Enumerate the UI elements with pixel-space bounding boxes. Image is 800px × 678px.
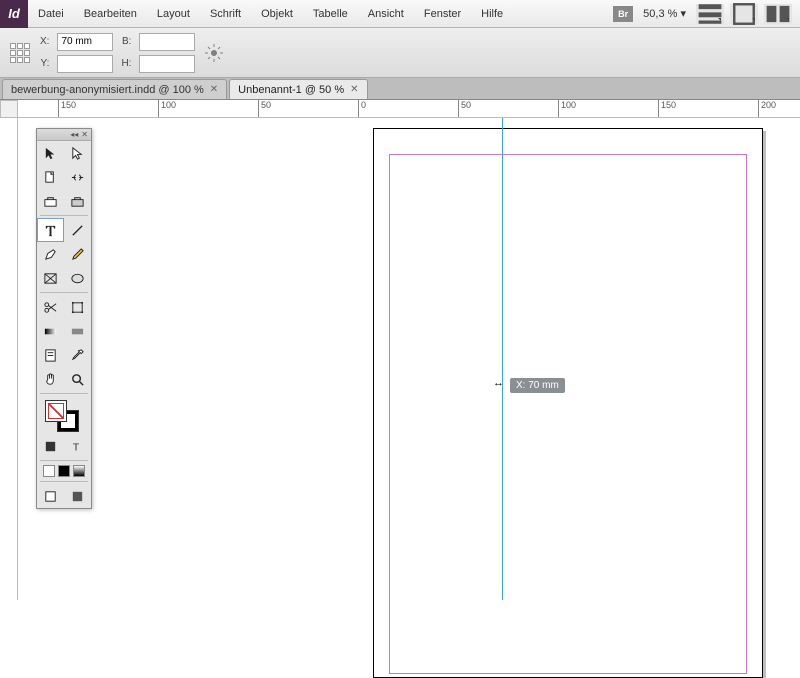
pencil-tool[interactable] bbox=[64, 242, 91, 266]
ruler-tick: 150 bbox=[58, 100, 76, 118]
normal-view-button[interactable] bbox=[37, 484, 64, 508]
apply-color-button[interactable] bbox=[58, 465, 70, 477]
selection-tool[interactable] bbox=[37, 141, 64, 165]
vertical-ruler[interactable] bbox=[0, 118, 18, 600]
w-label: B: bbox=[121, 36, 131, 47]
screen-mode-button[interactable] bbox=[730, 4, 758, 24]
document-tab[interactable]: Unbenannt-1 @ 50 % ✕ bbox=[229, 79, 367, 99]
zoom-level-value: 50,3 % bbox=[643, 8, 677, 20]
preview-view-button[interactable] bbox=[64, 484, 91, 508]
menu-window[interactable]: Fenster bbox=[414, 0, 471, 28]
eyedropper-tool[interactable] bbox=[64, 343, 91, 367]
tab-label: bewerbung-anonymisiert.indd @ 100 % bbox=[11, 84, 204, 96]
scissors-tool[interactable] bbox=[37, 295, 64, 319]
ruler-tick: 100 bbox=[158, 100, 176, 118]
menu-file[interactable]: Datei bbox=[28, 0, 74, 28]
x-label: X: bbox=[40, 36, 49, 47]
arrange-button[interactable] bbox=[764, 4, 792, 24]
svg-text:T: T bbox=[73, 442, 80, 453]
w-input[interactable] bbox=[139, 33, 195, 51]
workspace: ↔ X: 70 mm bbox=[0, 118, 800, 600]
close-icon[interactable]: ✕ bbox=[210, 84, 218, 95]
note-tool[interactable] bbox=[37, 343, 64, 367]
menu-object[interactable]: Objekt bbox=[251, 0, 303, 28]
y-label: Y: bbox=[40, 58, 49, 69]
gradient-swatch-tool[interactable] bbox=[37, 319, 64, 343]
canvas[interactable]: ↔ X: 70 mm bbox=[18, 118, 800, 600]
fill-stroke-swatch[interactable] bbox=[37, 396, 91, 434]
tab-label: Unbenannt-1 @ 50 % bbox=[238, 84, 344, 96]
hand-tool[interactable] bbox=[37, 367, 64, 391]
formatting-text-button[interactable]: T bbox=[64, 434, 91, 458]
menu-edit[interactable]: Bearbeiten bbox=[74, 0, 147, 28]
h-input[interactable] bbox=[139, 55, 195, 73]
tools-panel[interactable]: ◂◂ ✕ T bbox=[36, 128, 92, 509]
direct-selection-tool[interactable] bbox=[64, 141, 91, 165]
gap-tool[interactable] bbox=[64, 165, 91, 189]
reference-point-grid[interactable] bbox=[10, 43, 30, 63]
close-icon[interactable]: ✕ bbox=[350, 84, 358, 95]
document-tab-bar: bewerbung-anonymisiert.indd @ 100 % ✕ Un… bbox=[0, 78, 800, 100]
ruler-tick: 0 bbox=[358, 100, 366, 118]
ruler-tick: 150 bbox=[658, 100, 676, 118]
horizontal-ruler[interactable]: 150 100 50 0 50 100 150 200 bbox=[18, 100, 800, 118]
content-collector-tool[interactable] bbox=[37, 189, 64, 213]
page-tool[interactable] bbox=[37, 165, 64, 189]
y-input[interactable] bbox=[57, 55, 113, 73]
menu-type[interactable]: Schrift bbox=[200, 0, 251, 28]
page-margin-frame bbox=[389, 154, 747, 674]
pen-tool[interactable] bbox=[37, 242, 64, 266]
close-icon[interactable]: ✕ bbox=[81, 130, 88, 139]
app-icon: Id bbox=[0, 0, 28, 28]
x-input[interactable] bbox=[57, 33, 113, 51]
line-tool[interactable] bbox=[64, 218, 91, 242]
menu-layout[interactable]: Layout bbox=[147, 0, 200, 28]
content-placer-tool[interactable] bbox=[64, 189, 91, 213]
panel-header[interactable]: ◂◂ ✕ bbox=[37, 129, 91, 141]
collapse-icon[interactable]: ◂◂ bbox=[70, 130, 78, 139]
ellipse-tool[interactable] bbox=[64, 266, 91, 290]
ruler-tick: 100 bbox=[558, 100, 576, 118]
ruler-tick: 200 bbox=[758, 100, 776, 118]
formatting-container-button[interactable] bbox=[37, 434, 64, 458]
apply-none-button[interactable] bbox=[43, 465, 55, 477]
transform-tool[interactable] bbox=[64, 295, 91, 319]
rectangle-frame-tool[interactable] bbox=[37, 266, 64, 290]
menu-bar: Id Datei Bearbeiten Layout Schrift Objek… bbox=[0, 0, 800, 28]
fill-swatch[interactable] bbox=[45, 400, 67, 422]
h-label: H: bbox=[121, 58, 131, 69]
menu-help[interactable]: Hilfe bbox=[471, 0, 513, 28]
effects-icon[interactable] bbox=[205, 44, 223, 62]
type-tool[interactable] bbox=[37, 218, 64, 242]
bridge-icon[interactable]: Br bbox=[613, 6, 633, 22]
vertical-guide[interactable] bbox=[502, 118, 503, 600]
gradient-feather-tool[interactable] bbox=[64, 319, 91, 343]
document-tab[interactable]: bewerbung-anonymisiert.indd @ 100 % ✕ bbox=[2, 79, 227, 99]
zoom-tool[interactable] bbox=[64, 367, 91, 391]
resize-horizontal-icon: ↔ bbox=[493, 377, 504, 389]
apply-gradient-button[interactable] bbox=[73, 465, 85, 477]
ruler-tick: 50 bbox=[458, 100, 471, 118]
menu-table[interactable]: Tabelle bbox=[303, 0, 358, 28]
ruler-tick: 50 bbox=[258, 100, 271, 118]
guide-position-tooltip: X: 70 mm bbox=[510, 378, 565, 393]
control-bar: X: B: Y: H: bbox=[0, 28, 800, 78]
view-options-button[interactable] bbox=[696, 4, 724, 24]
zoom-level-select[interactable]: 50,3 % ▾ bbox=[639, 7, 690, 20]
menu-view[interactable]: Ansicht bbox=[358, 0, 414, 28]
ruler-origin[interactable] bbox=[0, 100, 18, 118]
